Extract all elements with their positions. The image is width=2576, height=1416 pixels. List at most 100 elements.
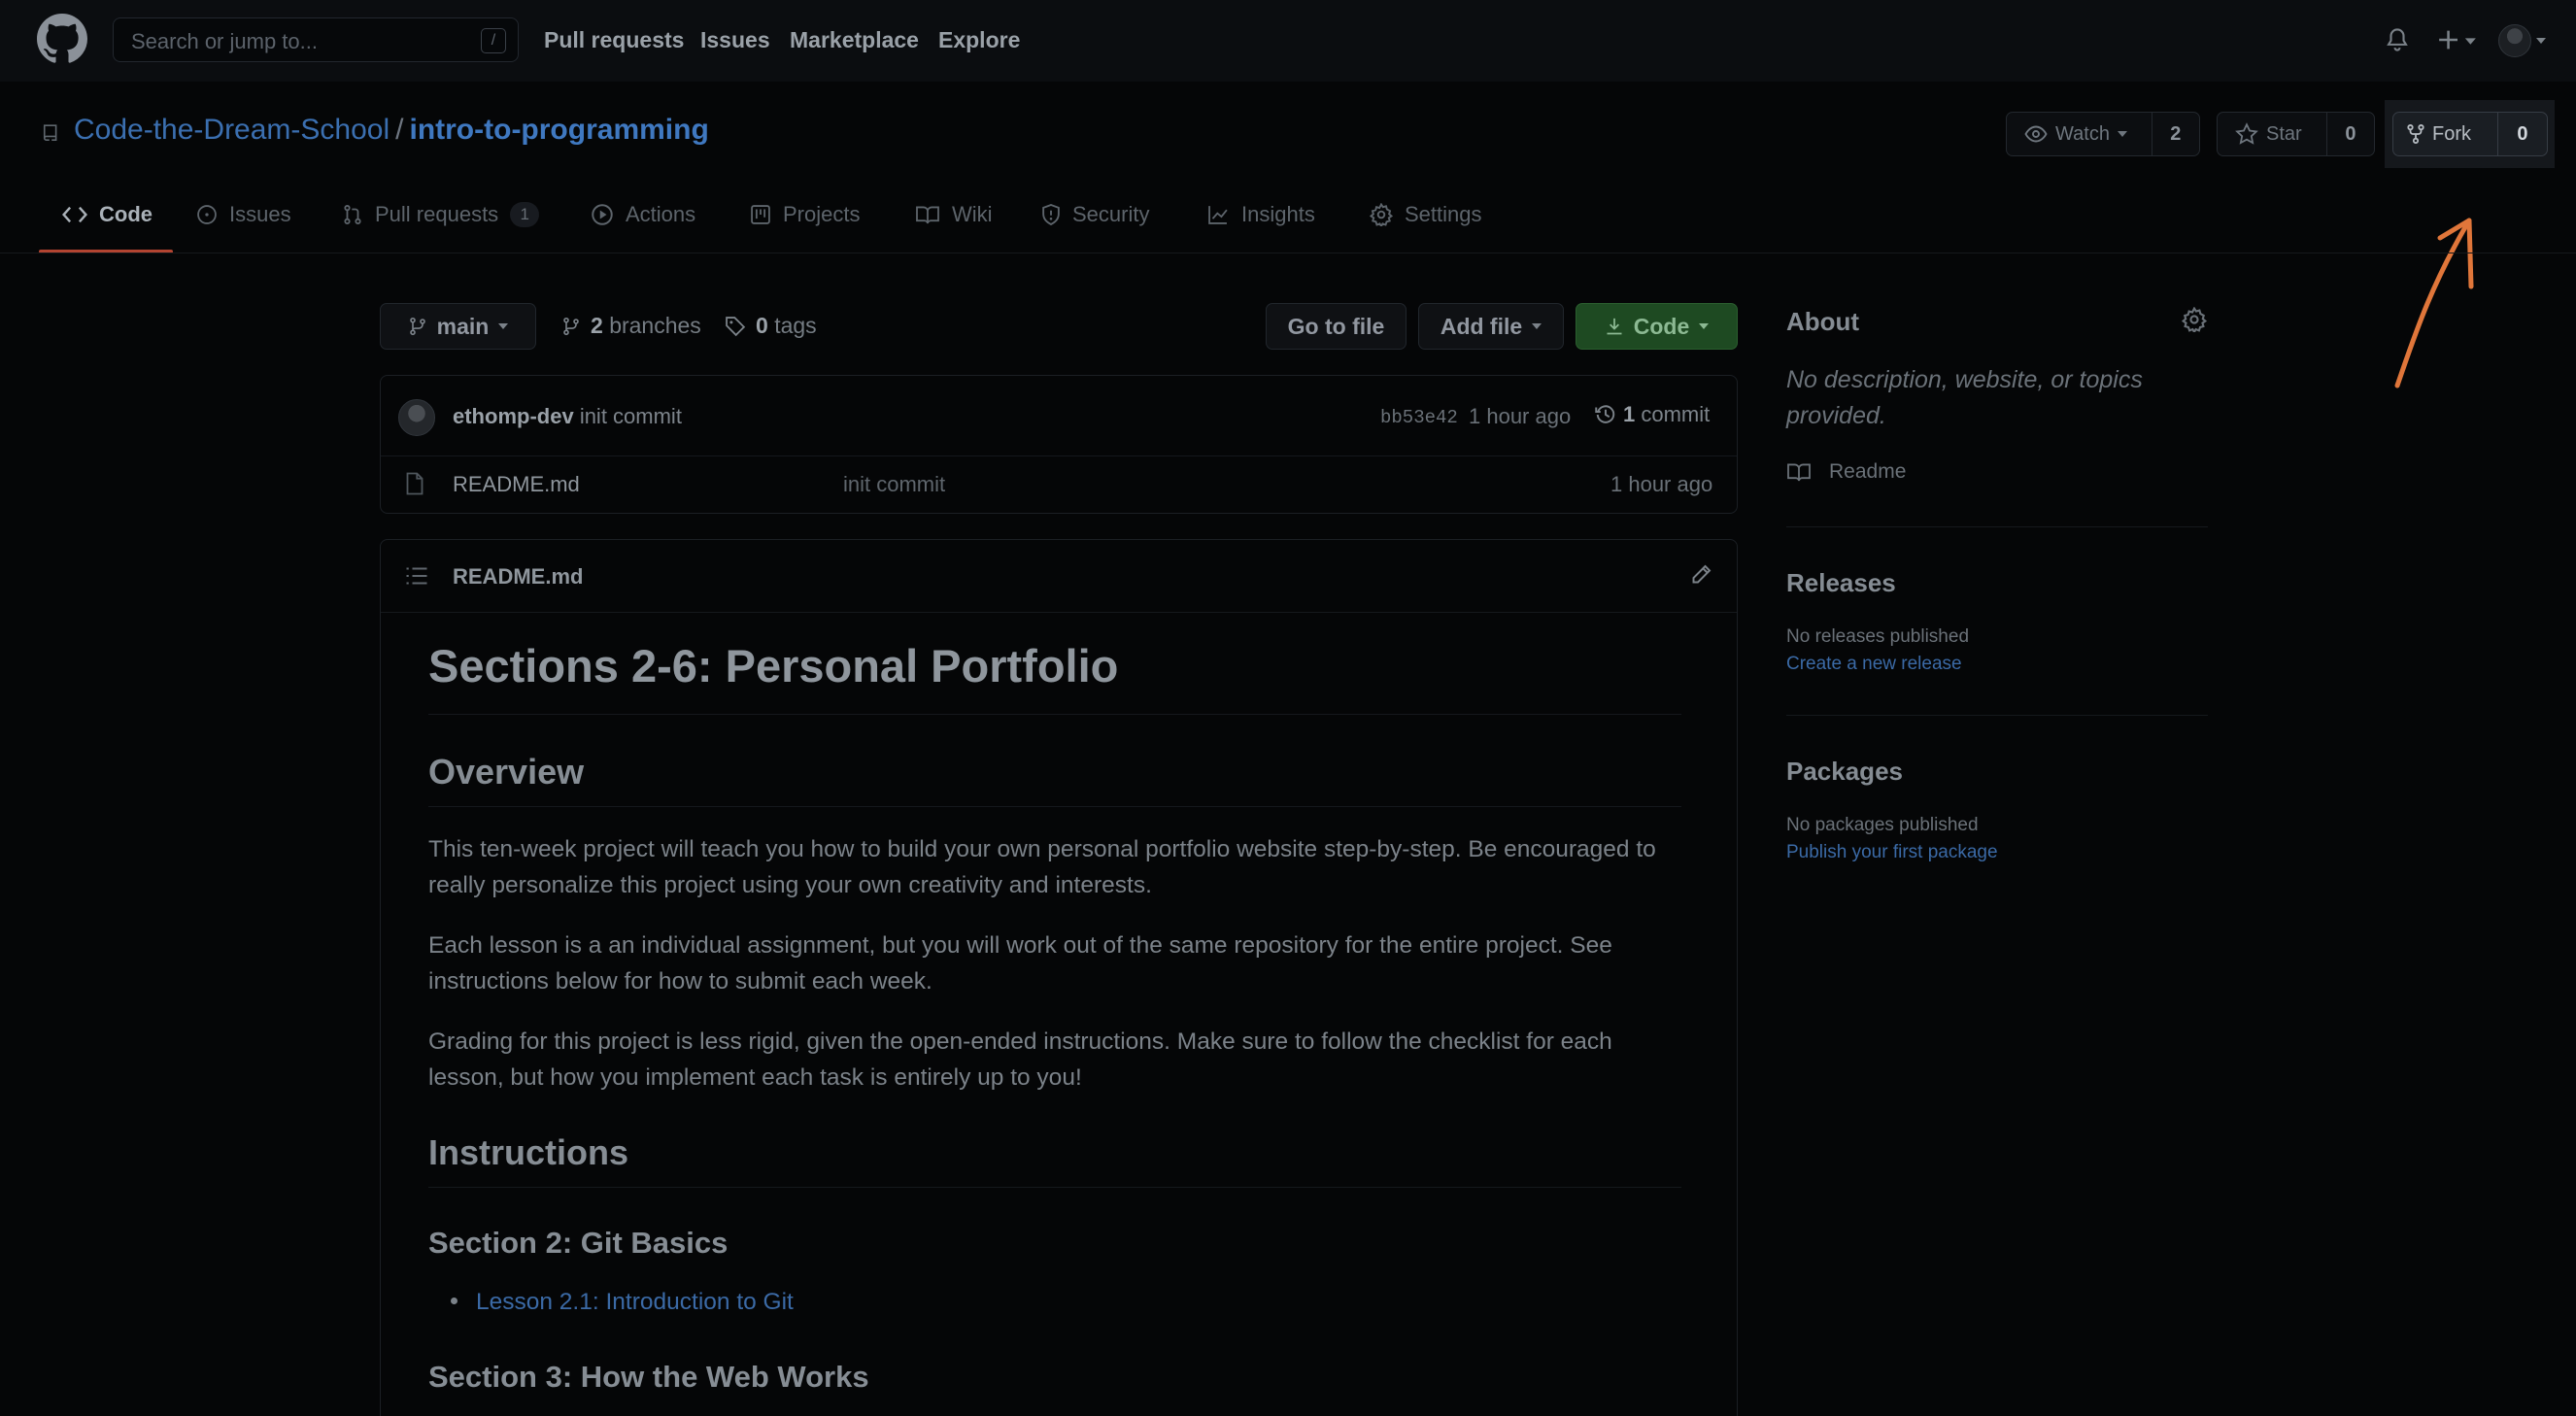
nav-pull-requests[interactable]: Pull requests <box>544 27 684 53</box>
watch-button[interactable]: Watch <box>2007 113 2152 155</box>
book-icon <box>1787 463 1811 482</box>
about-heading: About <box>1786 307 1860 336</box>
plus-dropdown-icon[interactable] <box>2436 27 2479 52</box>
file-row[interactable]: README.md init commit 1 hour ago <box>380 455 1738 514</box>
watch-label: Watch <box>2055 122 2110 145</box>
list-icon[interactable] <box>405 566 428 586</box>
tab-insights[interactable]: Insights <box>1206 202 1315 227</box>
file-commit-message-link[interactable]: init commit <box>843 472 945 497</box>
tab-code[interactable]: Code <box>62 202 153 227</box>
create-release-link[interactable]: Create a new release <box>1786 654 1962 675</box>
fork-count[interactable]: 0 <box>2496 113 2547 155</box>
repo-icon <box>43 124 57 141</box>
about-description: No description, website, or topics provi… <box>1786 366 2143 429</box>
commit-author-link[interactable]: ethomp-dev <box>453 404 574 428</box>
publish-package-link[interactable]: Publish your first package <box>1786 842 1998 863</box>
branch-caret-icon <box>498 323 509 329</box>
bell-icon[interactable] <box>2385 26 2410 53</box>
user-avatar[interactable] <box>2498 24 2531 57</box>
readme-sidebar-label: Readme <box>1829 460 1907 483</box>
go-to-file-button[interactable]: Go to file <box>1266 303 1407 350</box>
branches-link[interactable]: 2 branches <box>561 313 701 339</box>
paragraph-3: Grading for this project is less rigid, … <box>428 1028 1612 1091</box>
packages-text: No packages published <box>1786 815 1979 835</box>
annotation-arrow <box>2394 218 2474 388</box>
global-header: Search or jump to... / Pull requests Iss… <box>0 0 2576 82</box>
tab-wiki[interactable]: Wiki <box>915 202 993 227</box>
edit-pencil-icon[interactable] <box>1689 563 1712 587</box>
star-icon <box>2235 122 2258 145</box>
tab-security[interactable]: Security <box>1041 202 1149 227</box>
gear-icon <box>1370 203 1393 226</box>
github-logo-icon[interactable] <box>37 14 87 64</box>
tags-link[interactable]: 0 tags <box>725 313 817 339</box>
tab-label: Security <box>1072 202 1150 226</box>
paragraph-1: This ten-week project will teach you how… <box>428 836 1656 898</box>
tab-projects[interactable]: Projects <box>750 202 860 227</box>
sidebar-divider <box>1786 715 2208 716</box>
watch-count[interactable]: 2 <box>2151 113 2199 155</box>
readme-header-divider <box>381 612 1737 613</box>
graph-icon <box>1208 206 1228 224</box>
repo-name-link[interactable]: intro-to-programming <box>409 114 708 146</box>
pull-request-icon <box>344 205 361 224</box>
play-icon <box>592 204 613 225</box>
code-button[interactable]: Code <box>1576 303 1738 350</box>
fork-label: Fork <box>2432 122 2471 145</box>
branch-select-button[interactable]: main <box>380 303 536 350</box>
code-caret-icon <box>1699 323 1710 329</box>
tags-label: tags <box>774 313 817 338</box>
star-button-group: Star 0 <box>2217 112 2375 156</box>
tab-settings[interactable]: Settings <box>1370 202 1482 227</box>
paragraph-2: Each lesson is a an individual assignmen… <box>428 932 1612 995</box>
nav-explore[interactable]: Explore <box>938 27 1020 53</box>
add-file-button[interactable]: Add file <box>1418 303 1564 350</box>
branch-icon <box>409 317 425 336</box>
branches-count: 2 <box>591 313 603 338</box>
search-shortcut-key: / <box>481 28 506 53</box>
branch-name: main <box>436 313 490 339</box>
nav-issues[interactable]: Issues <box>700 27 770 53</box>
tab-badge: 1 <box>510 202 540 227</box>
tab-actions[interactable]: Actions <box>591 202 695 227</box>
list-bullet <box>451 1298 458 1304</box>
readme-sidebar-link[interactable]: Readme <box>1786 460 1906 484</box>
fork-icon <box>2407 124 2424 144</box>
packages-heading[interactable]: Packages <box>1786 757 1903 787</box>
file-name-link[interactable]: README.md <box>453 472 580 497</box>
commits-history-link[interactable]: 1 commit <box>1594 402 1710 427</box>
branches-label: branches <box>609 313 701 338</box>
star-count[interactable]: 0 <box>2325 113 2374 155</box>
readme-title: Sections 2-6: Personal Portfolio <box>428 640 1119 691</box>
commit-author-avatar[interactable] <box>398 399 435 436</box>
search-placeholder: Search or jump to... <box>131 29 318 53</box>
fork-button[interactable]: Fork <box>2393 113 2497 155</box>
star-button[interactable]: Star <box>2218 113 2326 155</box>
tab-label: Settings <box>1405 202 1482 226</box>
gear-icon[interactable] <box>2182 307 2207 332</box>
shield-icon <box>1042 204 1060 226</box>
repo-owner-link[interactable]: Code-the-Dream-School <box>74 114 390 146</box>
avatar-caret-icon[interactable] <box>2535 37 2547 45</box>
sidebar-divider <box>1786 526 2208 527</box>
file-icon <box>406 472 424 495</box>
lesson-link[interactable]: Lesson 2.1: Introduction to Git <box>476 1289 794 1316</box>
readme-rule <box>428 1187 1681 1188</box>
commit-message-link[interactable]: init commit <box>580 404 682 428</box>
tab-pull-requests[interactable]: Pull requests 1 <box>342 202 540 227</box>
commit-sha-link[interactable]: bb53e42 <box>1380 407 1458 428</box>
code-icon <box>62 206 87 223</box>
heading-section-2: Section 2: Git Basics <box>428 1226 729 1260</box>
watch-button-group: Watch 2 <box>2006 112 2200 156</box>
file-time: 1 hour ago <box>1610 472 1713 496</box>
tags-count: 0 <box>756 313 768 338</box>
tab-issues[interactable]: Issues <box>196 202 291 227</box>
releases-heading[interactable]: Releases <box>1786 568 1896 598</box>
search-input[interactable]: Search or jump to... / <box>113 17 519 62</box>
latest-commit: ethomp-dev init commit <box>453 404 682 429</box>
nav-marketplace[interactable]: Marketplace <box>790 27 919 53</box>
heading-section-3: Section 3: How the Web Works <box>428 1360 869 1394</box>
repo-title: Code-the-Dream-School / intro-to-programmi… <box>74 114 709 147</box>
tab-label: Insights <box>1241 202 1315 226</box>
tab-label: Wiki <box>952 202 993 226</box>
